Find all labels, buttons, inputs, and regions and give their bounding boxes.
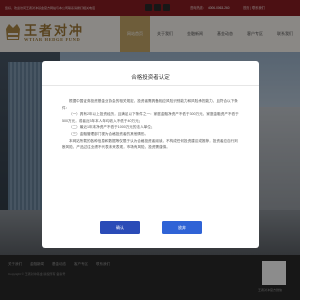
dialog-paragraph: （三）金融管理部门视为合格投资者的其他情形。 (69, 131, 149, 136)
dialog-divider (42, 85, 259, 86)
dialog-paragraph: 根据中国证券投资基金业协会的相关规定，投资者需具备相应风险识别能力和风险承担能力… (62, 99, 238, 110)
dialog-paragraph: 本网站所载的各种信息和数据等仅限于认为合格投资者阅读，不构成任何投资建议或推荐，… (62, 138, 238, 150)
confirm-button[interactable]: 确认 (100, 221, 140, 234)
dialog-body: 根据中国证券投资基金业协会的相关规定，投资者需具备相应风险识别能力和风险承担能力… (62, 98, 239, 151)
dialog-title: 合格投资者认定 (131, 75, 170, 81)
dialog-paragraph: （二）最近1年末净资产不低于1000万元的法人单位； (69, 125, 155, 130)
qualified-investor-dialog: 合格投资者认定 根据中国证券投资基金业协会的相关规定，投资者需具备相应风险识别能… (42, 61, 259, 248)
dialog-paragraph: （一）具有2年以上投资经历，且满足以下条件之一：家庭金融净资产不低于300万元，… (62, 112, 239, 123)
cancel-button[interactable]: 放弃 (162, 221, 202, 234)
